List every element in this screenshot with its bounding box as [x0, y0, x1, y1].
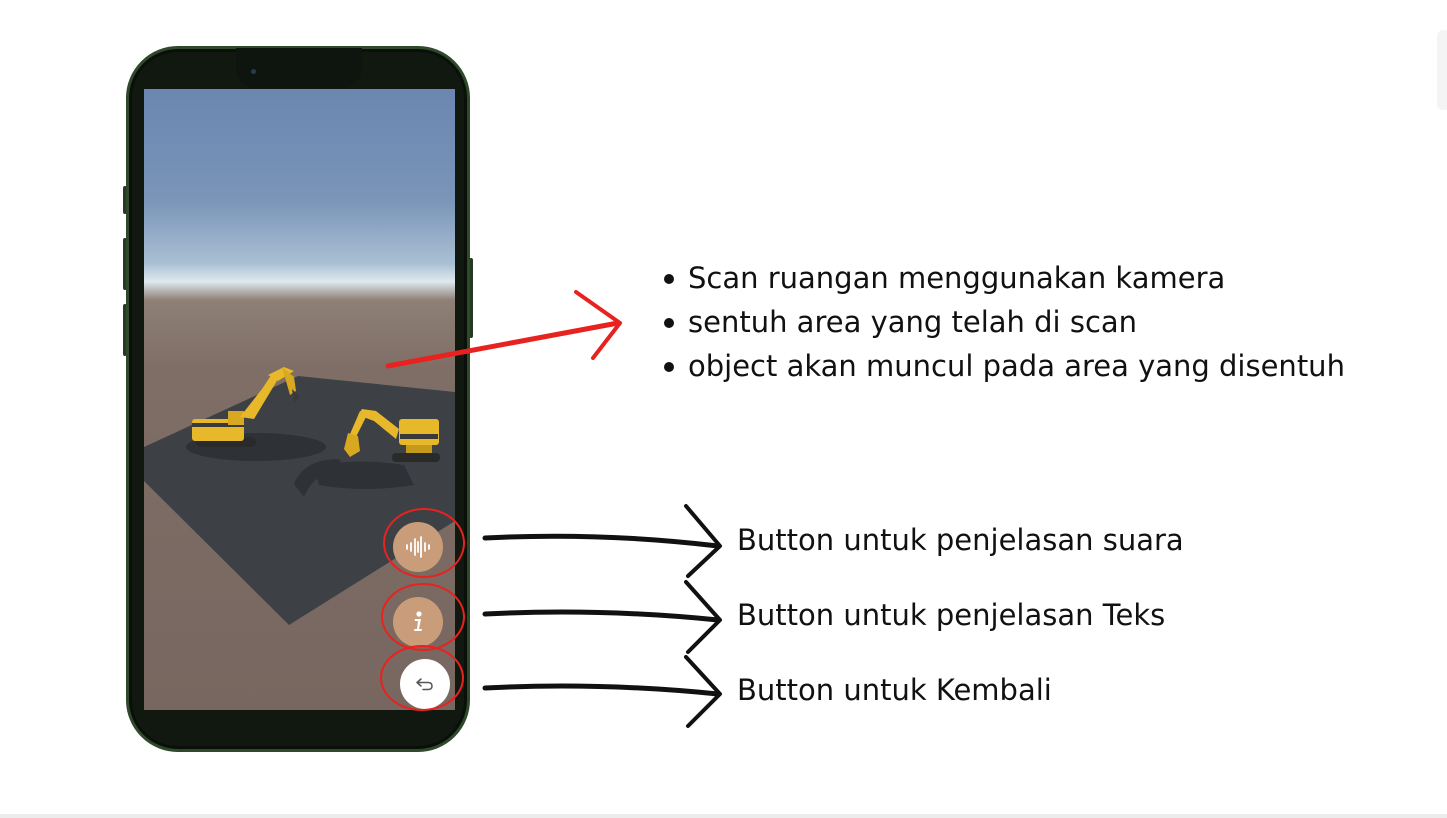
- black-arrow-back: [482, 655, 722, 728]
- bottom-divider: [0, 814, 1447, 818]
- usage-step: sentuh area yang telah di scan: [660, 300, 1345, 344]
- red-arrow: [385, 290, 622, 369]
- usage-step: object akan muncul pada area yang disent…: [660, 344, 1345, 388]
- text-button-label: Button untuk penjelasan Teks: [737, 598, 1166, 632]
- back-button-label: Button untuk Kembali: [737, 673, 1052, 707]
- black-arrow-text: [482, 580, 722, 654]
- usage-step: Scan ruangan menggunakan kamera: [660, 256, 1345, 300]
- usage-steps-list: Scan ruangan menggunakan kamera sentuh a…: [660, 256, 1345, 388]
- voice-button-label: Button untuk penjelasan suara: [737, 523, 1184, 557]
- annotation-arrows: [385, 290, 722, 728]
- black-arrow-voice: [482, 504, 722, 578]
